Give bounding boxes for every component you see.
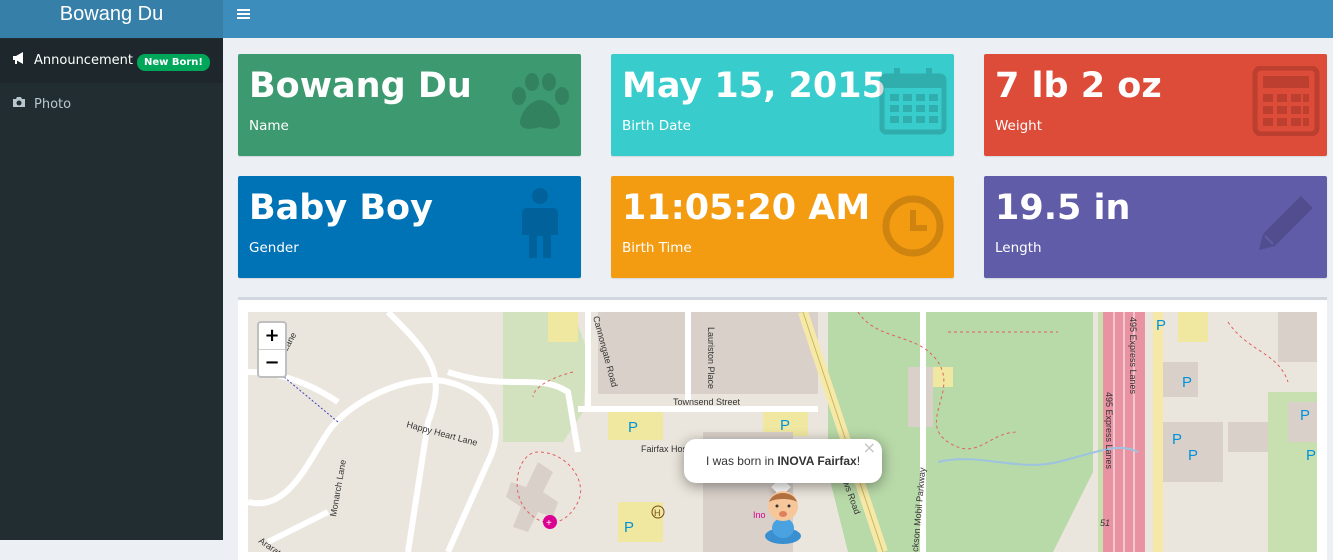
road-label: 495 Express Lanes [1128, 317, 1138, 395]
hospital-label: H [654, 508, 661, 518]
parking-label: P [624, 519, 634, 536]
calendar-icon [879, 68, 947, 135]
parking-label: P [1300, 407, 1310, 424]
popup-text-suffix: ! [856, 454, 861, 468]
info-box-label: Birth Date [622, 118, 691, 134]
sidebar-item-announcement[interactable]: Announcement New Born! [0, 39, 223, 83]
road-label: Townsend Street [673, 397, 741, 407]
map-panel: P P P P P P P P P + H Happy Heart Lane M… [238, 297, 1327, 560]
info-box-length: 19.5 in Length [984, 176, 1327, 278]
info-box-label: Gender [249, 240, 299, 256]
popup-text-prefix: I was born in [705, 454, 778, 468]
parking-label: P [1182, 374, 1192, 391]
sidebar-item-photo[interactable]: Photo [0, 83, 223, 127]
road-label: 51 [1100, 518, 1110, 528]
bullhorn-icon [12, 39, 28, 83]
info-box-value: May 15, 2015 [622, 66, 886, 106]
sidebar: Announcement New Born! Photo [0, 38, 223, 540]
info-box-name: Bowang Du Name [238, 54, 581, 156]
road-label: Monarch Lane [328, 459, 348, 517]
pencil-icon [1259, 196, 1313, 250]
info-box-value: 7 lb 2 oz [995, 66, 1162, 106]
info-box-value: Baby Boy [249, 188, 433, 228]
parking-label: P [1156, 317, 1166, 334]
paw-icon [512, 73, 569, 129]
close-icon[interactable]: × [863, 426, 876, 470]
road-label: Fairfax Hos [641, 444, 688, 454]
hamburger-icon[interactable] [237, 7, 250, 25]
male-icon [522, 188, 558, 258]
info-box-value: 11:05:20 AM [622, 188, 871, 228]
info-box-birth-date: May 15, 2015 Birth Date [611, 54, 954, 156]
info-box-label: Length [995, 240, 1042, 256]
camera-icon [12, 83, 28, 127]
zoom-in-button[interactable]: + [259, 323, 285, 349]
parking-label: P [1172, 431, 1182, 448]
sidebar-item-label: Announcement [34, 53, 133, 68]
road-label: Happy Heart Lane [405, 419, 478, 448]
new-born-badge: New Born! [137, 54, 210, 71]
road-label: Lauriston Place [706, 327, 716, 389]
info-box-label: Name [249, 118, 289, 134]
road-label: 495 Express Lanes [1104, 392, 1114, 470]
info-box-birth-time: 11:05:20 AM Birth Time [611, 176, 954, 278]
parking-label: P [1306, 447, 1316, 464]
baby-icon[interactable] [763, 484, 803, 544]
parking-label: P [628, 419, 638, 436]
map-view[interactable]: P P P P P P P P P + H Happy Heart Lane M… [248, 312, 1317, 552]
zoom-out-button[interactable]: − [259, 349, 285, 376]
clock-icon [882, 195, 944, 257]
app-logo[interactable]: Bowang Du [0, 0, 223, 38]
info-box-value: 19.5 in [995, 188, 1131, 228]
info-box-label: Weight [995, 118, 1043, 134]
top-navbar [223, 0, 1333, 38]
zoom-control: + − [257, 321, 287, 378]
info-box-gender: Baby Boy Gender [238, 176, 581, 278]
parking-label: P [780, 417, 790, 434]
info-box-value: Bowang Du [249, 66, 472, 106]
svg-text:+: + [546, 518, 552, 529]
parking-label: P [1188, 447, 1198, 464]
sidebar-item-label: Photo [34, 97, 72, 112]
calculator-icon [1252, 66, 1320, 136]
map-popup: I was born in INOVA Fairfax! × [684, 438, 882, 483]
info-box-label: Birth Time [622, 240, 692, 256]
info-box-weight: 7 lb 2 oz Weight [984, 54, 1327, 156]
popup-place: INOVA Fairfax [777, 454, 857, 468]
